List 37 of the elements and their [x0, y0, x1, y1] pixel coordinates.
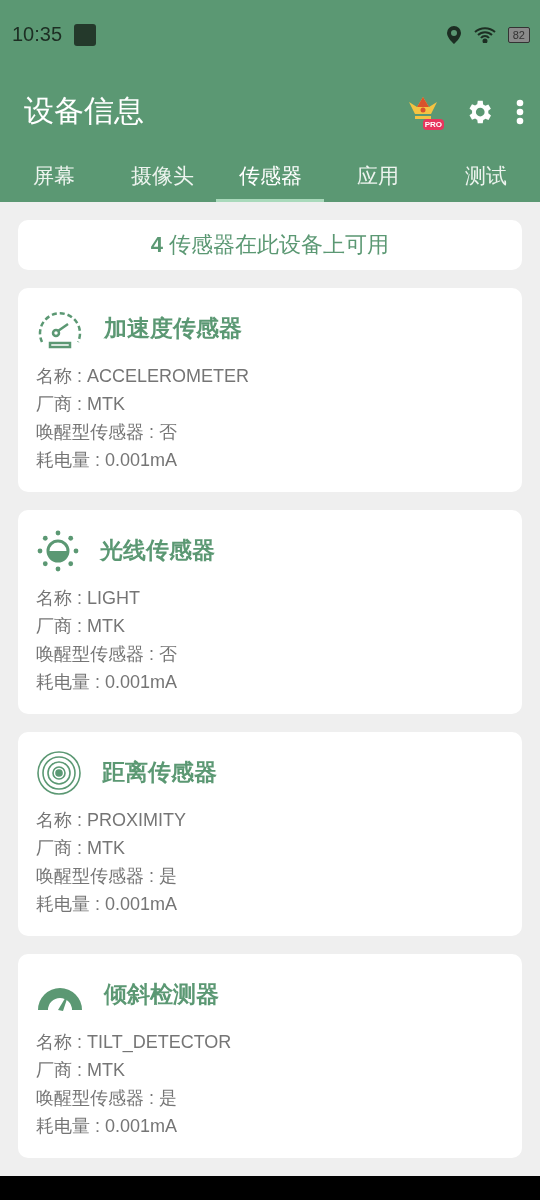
sensor-detail: 唤醒型传感器 : 是 — [36, 864, 178, 888]
sensor-detail: 名称 : PROXIMITY — [36, 808, 187, 832]
pro-badge: PRO — [422, 118, 444, 130]
sensor-detail: 厂商 : MTK — [36, 836, 126, 860]
location-icon — [445, 24, 462, 45]
sensor-detail: 名称 : LIGHT — [36, 586, 141, 610]
sensor-detail: 耗电量 : 0.001mA — [36, 892, 179, 916]
pro-crown-button[interactable]: PRO — [406, 93, 442, 130]
sensor-detail: 名称 : ACCELEROMETER — [36, 364, 251, 388]
sensor-title: 倾斜检测器 — [104, 980, 219, 1010]
tab[interactable]: 测试 — [432, 153, 540, 202]
sensor-detail: 耗电量 : 0.001mA — [36, 1114, 179, 1138]
tab[interactable]: 摄像头 — [108, 153, 216, 202]
wifi-icon — [473, 26, 496, 43]
sensor-count-banner: 4 传感器在此设备上可用 — [18, 219, 522, 270]
status-time: 10:35 — [12, 23, 63, 47]
sensor-detail: 耗电量 : 0.001mA — [36, 448, 179, 472]
sensor-detail: 厂商 : MTK — [36, 392, 126, 416]
sensor-detail: 唤醒型传感器 : 否 — [36, 642, 178, 666]
sensor-detail: 唤醒型传感器 : 否 — [36, 420, 178, 444]
sensor-title: 加速度传感器 — [104, 314, 242, 344]
sensor-title: 光线传感器 — [100, 536, 215, 566]
sensor-detail: 厂商 : MTK — [36, 1058, 126, 1082]
battery-indicator: 82 — [507, 26, 530, 43]
sensor-detail: 名称 : TILT_DETECTOR — [36, 1030, 233, 1055]
tab[interactable]: 传感器 — [216, 153, 324, 202]
sensor-detail: 唤醒型传感器 : 是 — [36, 1086, 178, 1110]
more-menu-icon[interactable] — [516, 98, 524, 125]
sun-icon — [36, 528, 80, 573]
notification-icon — [74, 23, 97, 46]
tab[interactable]: 屏幕 — [0, 153, 108, 202]
sensor-detail: 耗电量 : 0.001mA — [36, 670, 179, 694]
sensor-title: 距离传感器 — [102, 758, 217, 788]
app-title: 设备信息 — [24, 93, 144, 130]
radar-icon — [36, 749, 82, 796]
sensor-detail: 厂商 : MTK — [36, 614, 126, 638]
tab[interactable]: 应用 — [324, 153, 432, 202]
